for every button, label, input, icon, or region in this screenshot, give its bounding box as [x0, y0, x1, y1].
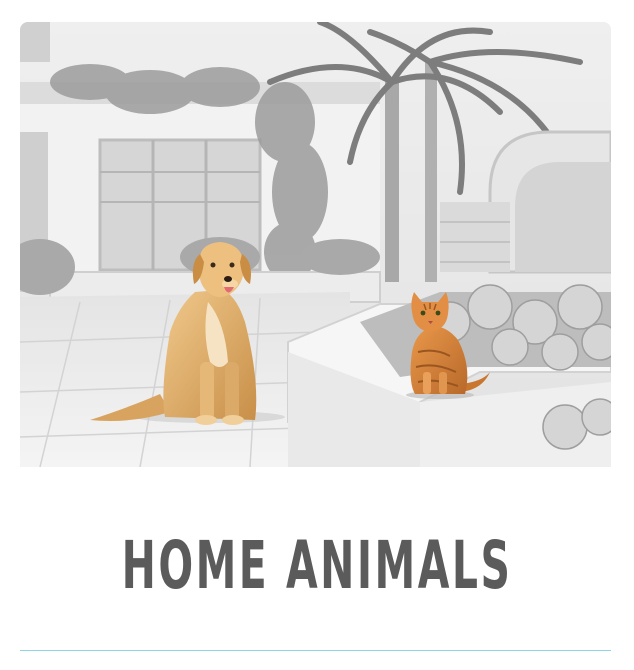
hero-illustration — [20, 22, 611, 467]
category-card[interactable]: HOME ANIMALS — [0, 0, 634, 670]
divider-line — [20, 650, 611, 651]
hero-image[interactable] — [20, 22, 611, 467]
card-title[interactable]: HOME ANIMALS — [120, 528, 513, 604]
